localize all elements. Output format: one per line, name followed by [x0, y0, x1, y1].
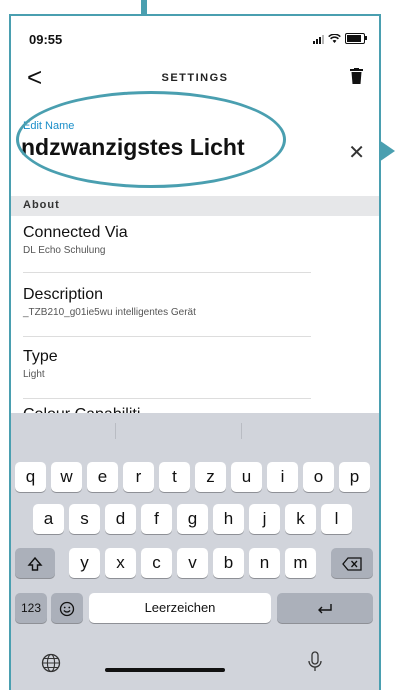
key-l[interactable]: l	[321, 504, 352, 534]
key-s[interactable]: s	[69, 504, 100, 534]
keyboard: q w e r t z u i o p a s d f g h j k l y …	[11, 413, 379, 690]
key-b[interactable]: b	[213, 548, 244, 578]
key-y[interactable]: y	[69, 548, 100, 578]
key-r[interactable]: r	[123, 462, 154, 492]
key-x[interactable]: x	[105, 548, 136, 578]
edit-name-input[interactable]: ndzwanzigstes Licht	[21, 134, 245, 161]
key-d[interactable]: d	[105, 504, 136, 534]
backspace-icon	[342, 556, 362, 571]
list-item-description: Description _TZB210_g01ie5wu intelligent…	[23, 286, 311, 337]
globe-icon[interactable]	[41, 653, 61, 673]
key-e[interactable]: e	[87, 462, 118, 492]
key-j[interactable]: j	[249, 504, 280, 534]
delete-key[interactable]	[331, 548, 373, 578]
key-c[interactable]: c	[141, 548, 172, 578]
key-t[interactable]: t	[159, 462, 190, 492]
key-i[interactable]: i	[267, 462, 298, 492]
key-o[interactable]: o	[303, 462, 334, 492]
key-n[interactable]: n	[249, 548, 280, 578]
key-v[interactable]: v	[177, 548, 208, 578]
shift-icon	[27, 556, 43, 571]
shift-key[interactable]	[15, 548, 55, 578]
status-time: 09:55	[29, 32, 63, 47]
list-item-connected-via: Connected Via DL Echo Schulung	[23, 224, 311, 273]
suggestion-bar	[11, 413, 379, 453]
home-indicator	[105, 668, 225, 672]
nav-bar: < SETTINGS	[11, 62, 379, 98]
numbers-key[interactable]: 123	[15, 593, 47, 623]
key-g[interactable]: g	[177, 504, 208, 534]
emoji-icon	[59, 601, 75, 616]
key-q[interactable]: q	[15, 462, 46, 492]
emoji-key[interactable]	[51, 593, 83, 623]
key-p[interactable]: p	[339, 462, 370, 492]
return-key[interactable]	[277, 593, 373, 623]
key-m[interactable]: m	[285, 548, 316, 578]
key-a[interactable]: a	[33, 504, 64, 534]
key-f[interactable]: f	[141, 504, 172, 534]
list-item-type: Type Light	[23, 348, 311, 399]
microphone-icon[interactable]	[307, 651, 323, 673]
page-title: SETTINGS	[161, 72, 229, 84]
phone-screen: 09:55 < SETTINGS Edit Name ndzwanzigstes…	[9, 14, 381, 690]
clear-icon[interactable]: ✕	[348, 140, 365, 165]
space-key[interactable]: Leerzeichen	[89, 593, 271, 623]
key-w[interactable]: w	[51, 462, 82, 492]
wifi-icon	[328, 33, 341, 43]
about-section-header: About	[11, 196, 379, 216]
key-u[interactable]: u	[231, 462, 262, 492]
key-z[interactable]: z	[195, 462, 226, 492]
signal-icon	[313, 34, 324, 44]
edit-name-field[interactable]: Edit Name ndzwanzigstes Licht ✕	[11, 114, 379, 194]
return-icon	[318, 603, 332, 614]
battery-icon	[345, 33, 367, 44]
trash-icon[interactable]	[350, 68, 363, 84]
key-h[interactable]: h	[213, 504, 244, 534]
status-bar: 09:55	[11, 16, 379, 60]
key-k[interactable]: k	[285, 504, 316, 534]
edit-name-label: Edit Name	[23, 120, 75, 132]
